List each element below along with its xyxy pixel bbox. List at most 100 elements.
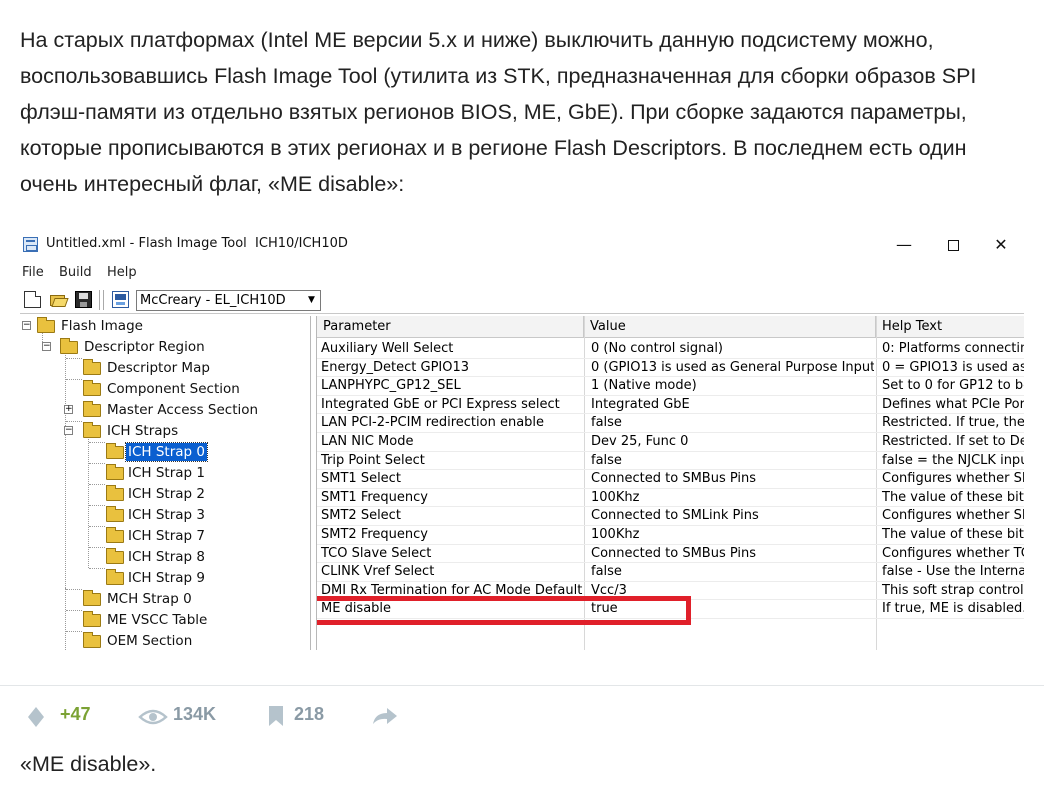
- folder-icon: [83, 380, 101, 396]
- folder-icon: [83, 422, 101, 438]
- build-image-icon[interactable]: [112, 291, 129, 308]
- menu-file[interactable]: File: [22, 265, 44, 280]
- tree-view: − Flash Image − Descriptor Region Descri…: [20, 316, 311, 650]
- tree-item-label: Master Access Section: [107, 402, 259, 418]
- title-bar: Untitled.xml - Flash Image Tool ICH10/IC…: [20, 232, 1024, 260]
- help-text-cell: Defines what PCIe Port: [882, 396, 1024, 412]
- value-cell[interactable]: false: [587, 452, 874, 469]
- tree-item-me-vscc-table[interactable]: ME VSCC Table: [20, 610, 310, 630]
- table-row[interactable]: LAN NIC Mode Dev 25, Func 0 Restricted. If…: [317, 432, 1024, 451]
- toolbar-divider: [20, 313, 1024, 314]
- tree-item-ich-strap-2[interactable]: ICH Strap 2: [20, 484, 310, 504]
- chevron-down-icon[interactable]: ▼: [303, 291, 320, 310]
- table-row[interactable]: LAN PCI-2-PCIM redirection enable false Re…: [317, 413, 1024, 432]
- tree-item-label: Component Section: [107, 381, 240, 397]
- parameter-cell: TCO Slave Select: [321, 545, 432, 561]
- collapse-icon[interactable]: −: [64, 426, 73, 435]
- me-disable-highlight-box: [317, 596, 691, 625]
- collapse-icon[interactable]: −: [22, 321, 31, 330]
- menu-build[interactable]: Build: [59, 265, 92, 280]
- folder-icon: [83, 611, 101, 627]
- value-cell[interactable]: 1 (Native mode): [587, 377, 874, 394]
- footer-divider: [0, 685, 1044, 686]
- minimize-button[interactable]: —: [881, 232, 927, 260]
- value-cell[interactable]: 0 (No control signal): [587, 340, 874, 357]
- parameter-cell: LANPHYPC_GP12_SEL: [321, 378, 461, 394]
- folder-icon: [106, 485, 124, 501]
- tree-item-label: ICH Strap 1: [128, 465, 205, 481]
- column-header-parameter[interactable]: Parameter: [317, 316, 584, 338]
- close-button[interactable]: ✕: [978, 232, 1024, 260]
- parameter-cell: LAN NIC Mode: [321, 434, 414, 449]
- toolbar-separator: [99, 290, 100, 310]
- tree-item-descriptor-region[interactable]: − Descriptor Region: [20, 337, 310, 357]
- folder-icon: [106, 548, 124, 564]
- tree-item-label: OEM Section: [107, 633, 193, 649]
- help-text-cell: Restricted. If set to Dev: [882, 434, 1024, 449]
- tree-item-flash-image[interactable]: − Flash Image: [20, 316, 310, 336]
- expand-icon[interactable]: +: [64, 405, 73, 414]
- help-text-cell: If true, ME is disabled. T: [882, 601, 1024, 617]
- tree-item-ich-straps[interactable]: − ICH Straps: [20, 421, 310, 441]
- save-disk-icon[interactable]: [75, 291, 92, 308]
- rating-icon[interactable]: [27, 706, 45, 728]
- bookmark-icon[interactable]: [268, 705, 284, 727]
- tree-item-ich-strap-8[interactable]: ICH Strap 8: [20, 547, 310, 567]
- help-text-cell: The value of these bits a: [882, 527, 1024, 542]
- open-folder-icon[interactable]: [50, 291, 69, 308]
- value-cell[interactable]: Connected to SMBus Pins: [587, 470, 874, 487]
- platform-select[interactable]: McCreary - EL_ICH10D ▼: [136, 290, 321, 311]
- table-row[interactable]: SMT1 Select Connected to SMBus Pins Config…: [317, 469, 1024, 488]
- tree-item-mch-strap-0[interactable]: MCH Strap 0: [20, 589, 310, 609]
- help-text-cell: The value of these bits a: [882, 489, 1024, 505]
- value-cell[interactable]: Integrated GbE: [587, 396, 874, 413]
- parameter-cell: SMT1 Frequency: [321, 489, 428, 505]
- tree-item-ich-strap-3[interactable]: ICH Strap 3: [20, 505, 310, 525]
- tree-item-descriptor-map[interactable]: Descriptor Map: [20, 358, 310, 378]
- table-row[interactable]: LANPHYPC_GP12_SEL 1 (Native mode) Set to 0…: [317, 376, 1024, 395]
- table-row[interactable]: SMT1 Frequency 100Khz The value of these b…: [317, 488, 1024, 507]
- value-cell[interactable]: false: [587, 414, 874, 431]
- parameter-cell: Auxiliary Well Select: [321, 341, 454, 356]
- table-row[interactable]: Energy_Detect GPIO13 0 (GPIO13 is used as…: [317, 358, 1024, 377]
- column-header-value[interactable]: Value: [584, 316, 876, 338]
- table-row[interactable]: SMT2 Frequency 100Khz The value of these b…: [317, 525, 1024, 544]
- image-caption: «ME disable».: [20, 752, 157, 776]
- table-row[interactable]: TCO Slave Select Connected to SMBus Pins C…: [317, 544, 1024, 563]
- tree-item-ich-strap-7[interactable]: ICH Strap 7: [20, 526, 310, 546]
- help-text-cell: 0: Platforms connecting: [882, 341, 1024, 356]
- value-cell[interactable]: 100Khz: [587, 526, 874, 543]
- value-cell[interactable]: 0 (GPIO13 is used as General Purpose Inp…: [587, 359, 874, 376]
- tree-item-master-access-section[interactable]: + Master Access Section: [20, 400, 310, 420]
- tree-item-ich-strap-0[interactable]: ICH Strap 0: [20, 442, 310, 462]
- value-cell[interactable]: 100Khz: [587, 489, 874, 506]
- tree-item-label-selected: ICH Strap 0: [125, 442, 208, 462]
- new-file-icon[interactable]: [24, 291, 41, 308]
- tree-item-label: ICH Strap 3: [128, 507, 205, 523]
- tree-item-label: Flash Image: [61, 318, 143, 334]
- column-header-help-text[interactable]: Help Text: [876, 316, 1024, 338]
- help-text-cell: false = the NJCLK input: [882, 452, 1024, 468]
- table-row[interactable]: Trip Point Select false false = the NJCLK …: [317, 451, 1024, 470]
- window-title: Untitled.xml - Flash Image Tool ICH10/IC…: [46, 236, 348, 251]
- tree-item-component-section[interactable]: Component Section: [20, 379, 310, 399]
- collapse-icon[interactable]: −: [42, 342, 51, 351]
- value-cell[interactable]: Connected to SMBus Pins: [587, 545, 874, 562]
- menu-help[interactable]: Help: [107, 265, 137, 280]
- share-icon[interactable]: [372, 706, 398, 726]
- tree-item-label: Descriptor Map: [107, 360, 210, 376]
- maximize-button[interactable]: [930, 232, 976, 260]
- value-cell[interactable]: Connected to SMLink Pins: [587, 507, 874, 524]
- tree-item-ich-strap-1[interactable]: ICH Strap 1: [20, 463, 310, 483]
- table-row[interactable]: Auxiliary Well Select 0 (No control signa…: [317, 339, 1024, 358]
- parameter-cell: LAN PCI-2-PCIM redirection enable: [321, 415, 545, 431]
- tree-item-ich-strap-9[interactable]: ICH Strap 9: [20, 568, 310, 588]
- table-row[interactable]: CLINK Vref Select false false - Use the In…: [317, 562, 1024, 581]
- tree-item-oem-section[interactable]: OEM Section: [20, 631, 310, 650]
- folder-icon: [37, 317, 55, 333]
- parameter-cell: CLINK Vref Select: [321, 564, 435, 580]
- table-row[interactable]: Integrated GbE or PCI Express select Inte…: [317, 395, 1024, 414]
- value-cell[interactable]: false: [587, 563, 874, 580]
- table-row[interactable]: SMT2 Select Connected to SMLink Pins Confi…: [317, 506, 1024, 525]
- value-cell[interactable]: Dev 25, Func 0: [587, 433, 874, 450]
